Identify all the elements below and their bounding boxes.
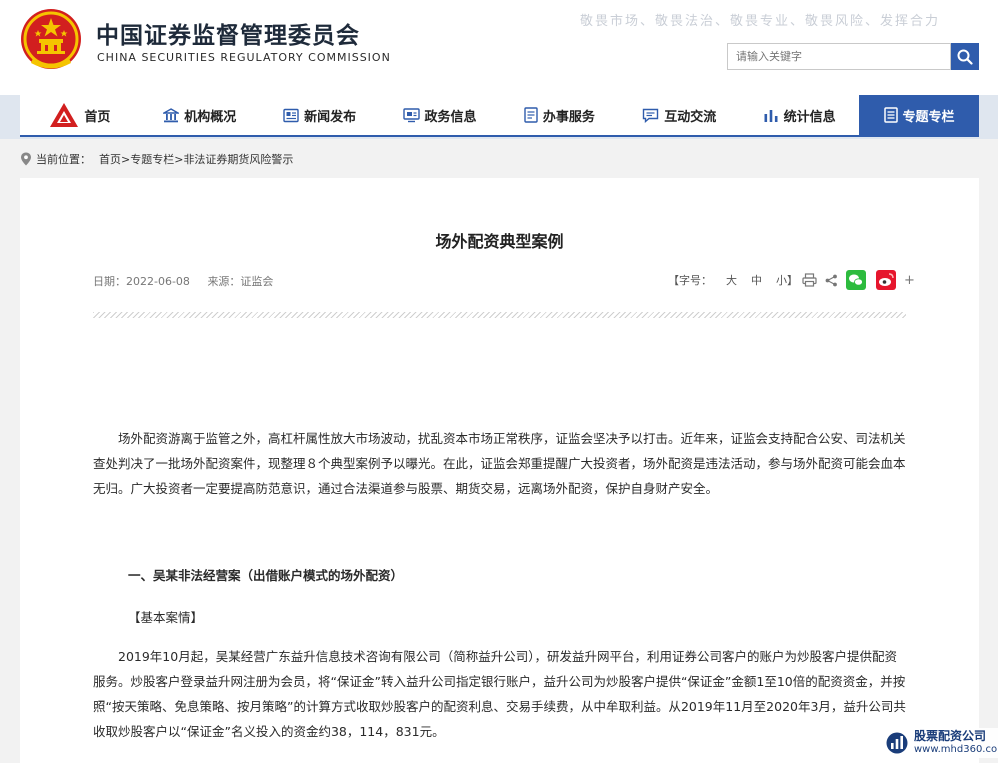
print-icon[interactable] [802, 273, 817, 287]
font-size-medium[interactable]: 中 [751, 272, 762, 288]
title-divider [93, 312, 906, 318]
document-icon [524, 107, 538, 123]
article-tools: 【字号： 大 中 小 】 + [668, 270, 915, 290]
nav-item-label: 专题专栏 [902, 109, 955, 125]
logo-icon [49, 102, 79, 128]
main-nav: 首页 机构概况 新闻发布 政务信息 办事服务 互动交流 统计信息 专题专栏 [20, 95, 979, 137]
column-icon [883, 107, 898, 123]
nav-item-news[interactable]: 新闻发布 [260, 95, 380, 135]
share-icon[interactable] [825, 274, 838, 287]
more-share-button[interactable]: + [904, 273, 915, 288]
nav-item-government[interactable]: 政务信息 [380, 95, 500, 135]
breadcrumb-prefix: 当前位置： [36, 153, 91, 166]
chat-icon [642, 108, 659, 123]
nav-item-special-column[interactable]: 专题专栏 [859, 95, 979, 135]
watermark-url: www.mhd360.com [914, 744, 998, 755]
bar-chart-icon [763, 108, 779, 123]
case-paragraph: 2019年10月起，吴某经营广东益升信息技术咨询有限公司（简称益升公司），研发益… [93, 649, 906, 739]
font-size-close: 】 [787, 274, 798, 287]
breadcrumb-separator: > [121, 152, 131, 166]
slogan: 敬畏市场、敬畏法治、敬畏专业、敬畏风险、发挥合力 [580, 14, 941, 29]
breadcrumb-current[interactable]: 非法证券期货风险警示 [183, 151, 293, 167]
breadcrumb: 当前位置： 首页 > 专题专栏 > 非法证券期货风险警示 [20, 151, 293, 167]
nav-item-label: 互动交流 [664, 109, 717, 125]
search-button[interactable] [951, 43, 979, 70]
nav-item-about[interactable]: 机构概况 [140, 95, 260, 135]
org-name-cn: 中国证券监督管理委员会 [96, 23, 360, 49]
breadcrumb-home[interactable]: 首页 [99, 151, 121, 167]
article-meta: 日期：2022-06-08 来源：证监会 [93, 273, 273, 289]
section-heading: 一、吴某非法经营案（出借账户模式的场外配资） [128, 568, 404, 583]
section-subheading: 【基本案情】 [128, 610, 204, 625]
nav-item-interaction[interactable]: 互动交流 [619, 95, 739, 135]
watermark: 股票配资公司 www.mhd360.com [880, 728, 998, 758]
building-icon [163, 107, 180, 123]
breadcrumb-special-column[interactable]: 专题专栏 [130, 151, 174, 167]
nav-item-home[interactable]: 首页 [20, 95, 140, 135]
wechat-icon[interactable] [846, 270, 866, 290]
nav-item-services[interactable]: 办事服务 [500, 95, 620, 135]
nav-item-label: 办事服务 [542, 109, 595, 125]
article-panel: 场外配资典型案例 日期：2022-06-08 来源：证监会 【字号： 大 中 小… [20, 178, 979, 763]
font-size-large[interactable]: 大 [726, 272, 737, 288]
nav-item-statistics[interactable]: 统计信息 [739, 95, 859, 135]
nav-item-label: 政务信息 [424, 109, 477, 125]
news-icon [283, 108, 299, 123]
search-icon [957, 49, 973, 65]
weibo-icon[interactable] [876, 270, 896, 290]
org-name-en: CHINA SECURITIES REGULATORY COMMISSION [97, 51, 391, 64]
font-size-label: 【字号： [668, 274, 712, 287]
watermark-text: 股票配资公司 www.mhd360.com [914, 730, 998, 756]
intro-paragraph: 场外配资游离于监管之外，高杠杆属性放大市场波动，扰乱资本市场正常秩序，证监会坚决… [93, 431, 906, 496]
font-size-small[interactable]: 小 [776, 272, 787, 288]
nav-item-label: 新闻发布 [304, 109, 357, 125]
article-source: 来源：证监会 [207, 275, 274, 288]
watermark-name: 股票配资公司 [914, 729, 987, 743]
nav-item-label: 机构概况 [184, 109, 237, 125]
national-emblem-icon[interactable] [19, 8, 83, 72]
monitor-icon [402, 107, 420, 123]
site-header: 中国证券监督管理委员会 CHINA SECURITIES REGULATORY … [0, 0, 998, 95]
location-pin-icon [20, 152, 32, 166]
nav-item-label: 首页 [84, 109, 111, 125]
watermark-logo-icon [886, 732, 908, 754]
search-input[interactable] [727, 43, 951, 70]
article-date: 日期：2022-06-08 [93, 275, 190, 288]
article-title: 场外配资典型案例 [435, 232, 564, 251]
nav-item-label: 统计信息 [783, 109, 836, 125]
breadcrumb-separator: > [174, 152, 184, 166]
